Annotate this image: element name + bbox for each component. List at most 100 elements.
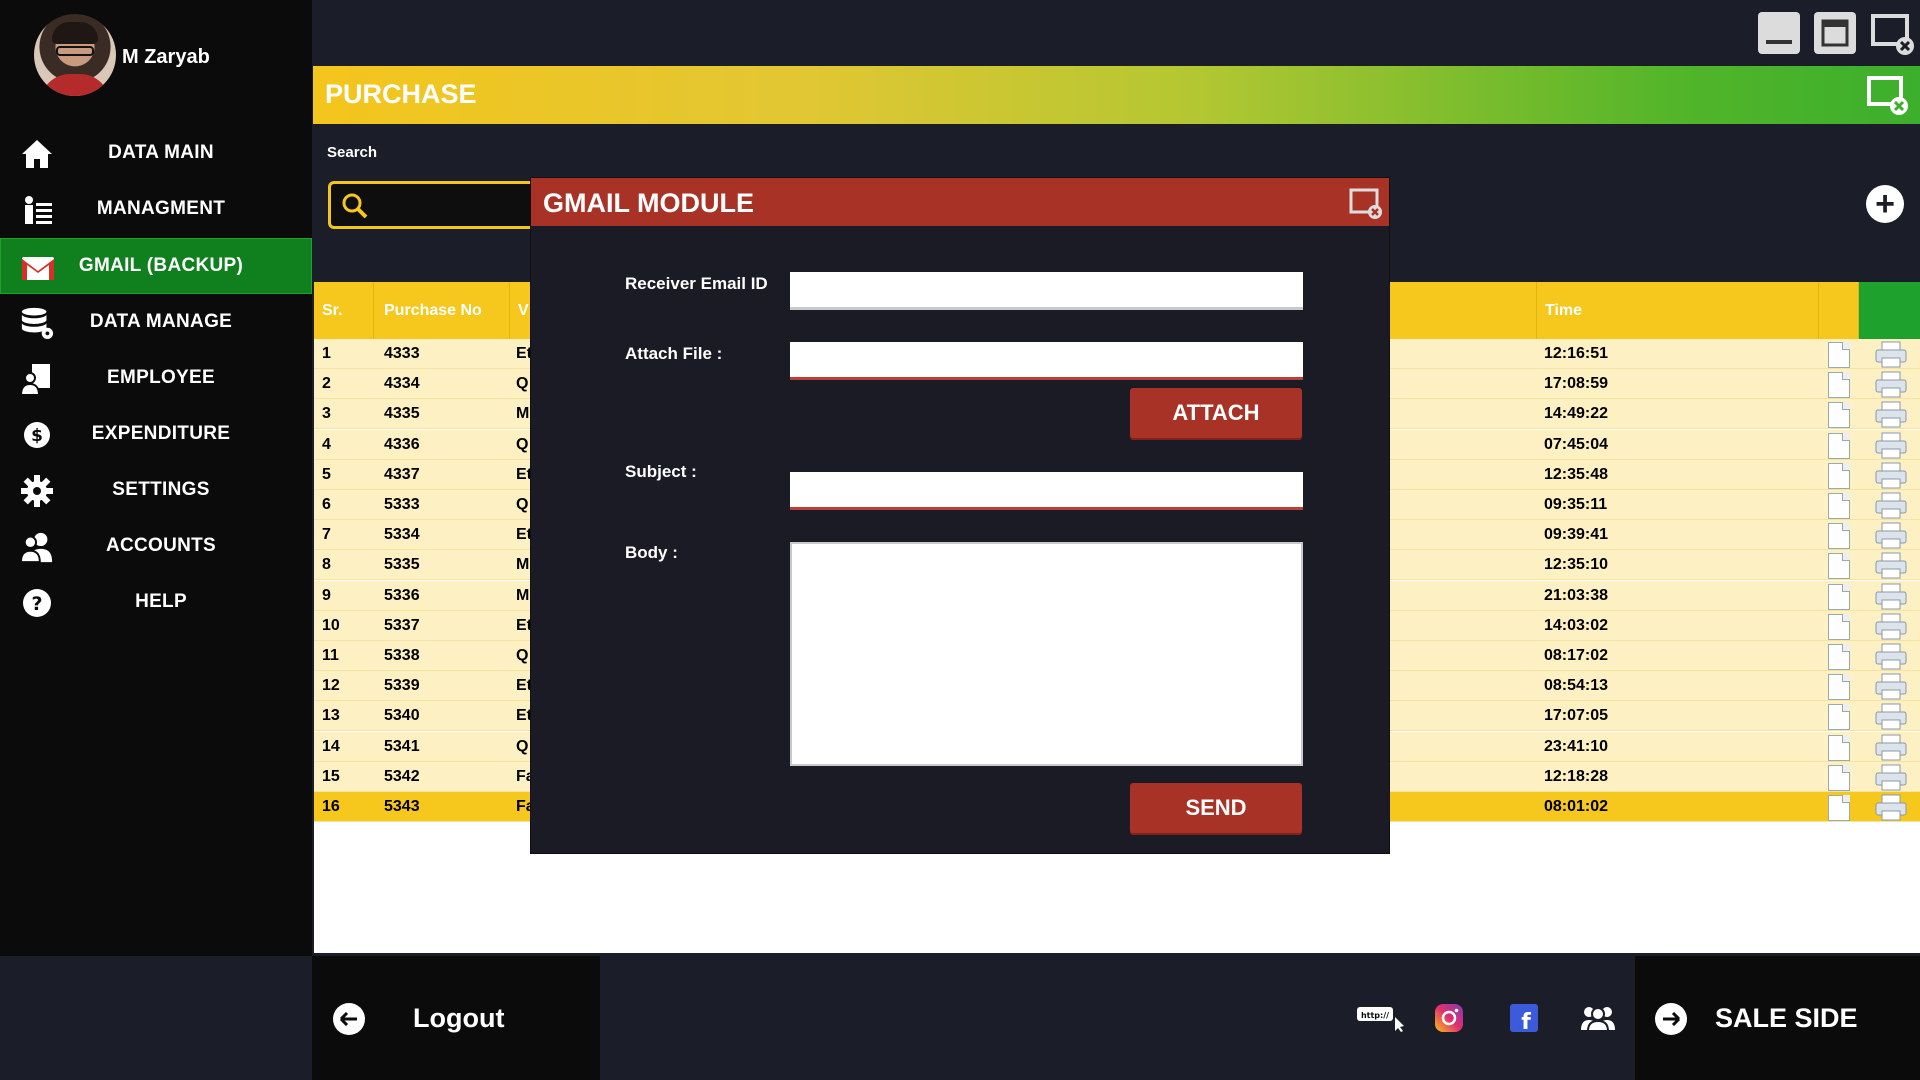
document-icon[interactable]	[1828, 583, 1850, 610]
cell-sr: 2	[322, 375, 331, 393]
cell-sr: 12	[322, 677, 340, 695]
subject-label: Subject :	[625, 462, 697, 481]
printer-icon[interactable]	[1874, 492, 1908, 519]
cell-sr: 5	[322, 465, 331, 483]
cell-v: Q	[516, 496, 529, 513]
col-sr[interactable]: Sr.	[314, 282, 374, 339]
cell-v: Et	[516, 677, 532, 695]
document-icon[interactable]	[1828, 795, 1850, 821]
sale-side-icon[interactable]	[1655, 1003, 1687, 1035]
document-icon[interactable]	[1828, 462, 1850, 489]
cell-sr: 6	[322, 496, 331, 513]
search-label: Search	[327, 144, 378, 161]
cell-purchase-no: 5340	[384, 707, 420, 725]
document-icon[interactable]	[1828, 613, 1850, 640]
nav-item-expenditure[interactable]: $ EXPENDITURE	[0, 406, 312, 462]
nav-item-settings[interactable]: SETTINGS	[0, 462, 312, 518]
group-icon[interactable]	[1580, 1003, 1616, 1033]
maximize-button[interactable]	[1814, 12, 1856, 54]
attach-file-input[interactable]	[790, 342, 1303, 380]
nav-item-accounts[interactable]: ACCOUNTS	[0, 518, 312, 574]
plus-icon: +	[1875, 185, 1895, 223]
document-icon[interactable]	[1828, 342, 1850, 368]
printer-icon[interactable]	[1874, 764, 1908, 791]
gmail-icon	[21, 251, 55, 285]
sale-side-button[interactable]: SALE SIDE	[1715, 1003, 1858, 1034]
add-purchase-button[interactable]: +	[1866, 185, 1904, 223]
document-icon[interactable]	[1828, 644, 1850, 670]
close-dialog-icon[interactable]	[1349, 188, 1383, 220]
nav-item-help[interactable]: ? HELP	[0, 574, 312, 630]
document-icon[interactable]	[1828, 553, 1850, 580]
cell-purchase-no: 4335	[384, 405, 420, 423]
document-icon[interactable]	[1828, 764, 1850, 791]
send-button[interactable]: SEND	[1130, 783, 1302, 833]
document-icon[interactable]	[1828, 734, 1850, 761]
printer-icon[interactable]	[1874, 643, 1908, 670]
attach-button[interactable]: ATTACH	[1130, 388, 1302, 438]
printer-icon[interactable]	[1874, 432, 1908, 459]
cell-purchase-no: 5336	[384, 586, 420, 604]
help-icon: ?	[20, 586, 54, 620]
nav-item-gmail-backup[interactable]: GMAIL (BACKUP)	[0, 238, 312, 294]
cell-time: 12:16:51	[1544, 345, 1609, 362]
document-icon[interactable]	[1828, 493, 1850, 519]
receiver-email-input[interactable]	[790, 272, 1303, 310]
printer-icon[interactable]	[1874, 734, 1908, 761]
cell-v: Et	[516, 526, 532, 544]
cell-purchase-no: 5342	[384, 767, 420, 785]
printer-icon[interactable]	[1874, 703, 1908, 730]
cell-sr: 16	[322, 798, 340, 815]
logout-icon[interactable]	[333, 1003, 365, 1035]
printer-icon[interactable]	[1874, 341, 1908, 368]
nav-item-data-manage[interactable]: DATA MANAGE	[0, 294, 312, 350]
cell-sr: 9	[322, 586, 331, 604]
cell-time: 17:07:05	[1544, 707, 1609, 725]
document-icon[interactable]	[1828, 674, 1850, 701]
col-green-header	[1859, 282, 1920, 339]
printer-icon[interactable]	[1874, 794, 1908, 821]
cell-v: Et	[516, 707, 532, 725]
document-icon[interactable]	[1828, 372, 1850, 399]
cell-purchase-no: 5341	[384, 737, 420, 755]
nav-item-data-main[interactable]: DATA MAIN	[0, 125, 312, 181]
cell-sr: 14	[322, 737, 340, 755]
facebook-icon[interactable]: f	[1508, 1003, 1540, 1033]
cell-v: M	[516, 405, 530, 423]
cell-purchase-no: 5335	[384, 556, 420, 574]
svg-text:?: ?	[31, 593, 42, 615]
nav-item-managment[interactable]: MANAGMENT	[0, 181, 312, 237]
document-icon[interactable]	[1828, 523, 1850, 550]
subject-input[interactable]	[790, 472, 1303, 510]
avatar[interactable]	[34, 14, 116, 96]
printer-icon[interactable]	[1874, 673, 1908, 700]
document-icon[interactable]	[1828, 432, 1850, 459]
col-v[interactable]: V	[510, 282, 532, 339]
cell-purchase-no: 5343	[384, 798, 420, 815]
close-window-button[interactable]	[1870, 12, 1914, 55]
document-icon[interactable]	[1828, 402, 1850, 429]
document-icon[interactable]	[1828, 704, 1850, 731]
printer-icon[interactable]	[1874, 462, 1908, 489]
printer-icon[interactable]	[1874, 613, 1908, 640]
cell-time: 07:45:04	[1544, 435, 1609, 453]
col-purchase-no[interactable]: Purchase No	[374, 282, 510, 339]
search-input[interactable]	[328, 181, 548, 229]
body-textarea[interactable]	[790, 542, 1303, 766]
printer-icon[interactable]	[1874, 401, 1908, 428]
printer-icon[interactable]	[1874, 583, 1908, 610]
svg-text:f: f	[1521, 1010, 1531, 1033]
col-time[interactable]: Time	[1536, 282, 1819, 339]
printer-icon[interactable]	[1874, 522, 1908, 549]
logout-button[interactable]: Logout	[413, 1003, 504, 1034]
close-panel-icon[interactable]	[1866, 74, 1910, 118]
cell-time: 12:35:10	[1544, 556, 1609, 574]
minimize-button[interactable]	[1758, 12, 1800, 54]
dollar-icon: $	[20, 418, 54, 452]
cell-sr: 3	[322, 405, 331, 423]
instagram-icon[interactable]	[1433, 1003, 1465, 1033]
nav-item-employee[interactable]: EMPLOYEE	[0, 350, 312, 406]
printer-icon[interactable]	[1874, 552, 1908, 579]
printer-icon[interactable]	[1874, 371, 1908, 398]
web-link-icon[interactable]: http://	[1355, 1003, 1405, 1033]
